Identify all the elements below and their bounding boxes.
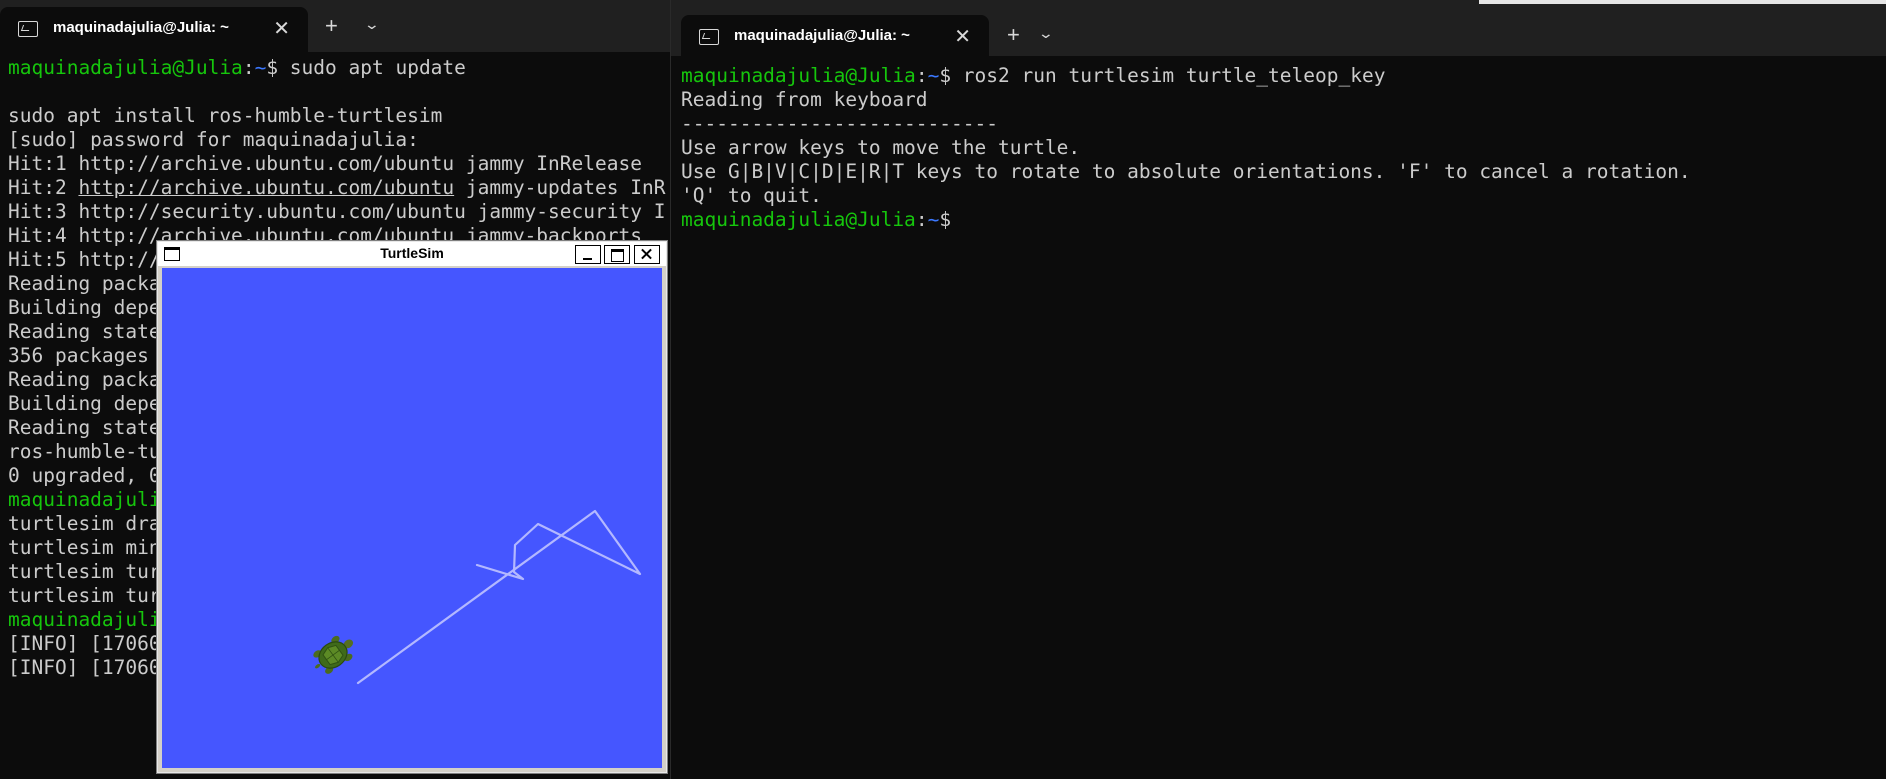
terminal-icon	[18, 21, 38, 37]
close-tab-icon[interactable]: ✕	[954, 24, 971, 49]
turtlesim-canvas	[162, 268, 662, 768]
right-terminal-window[interactable]: maquinadajulia@Julia: ~ ✕ + ⌄ maquinadaj…	[670, 0, 1886, 779]
prompt-separator: :	[915, 208, 928, 231]
terminal-line: Reading from keyboard	[681, 88, 928, 111]
prompt-path: ~	[927, 208, 940, 231]
terminal-icon	[699, 29, 719, 45]
url-link[interactable]: http://archive.ubuntu.com/ubuntu	[78, 176, 454, 199]
terminal-line: 'Q' to quit.	[681, 184, 822, 207]
prompt-symbol: $	[939, 208, 952, 231]
prompt-user: maquinadajulia@Julia	[8, 56, 243, 79]
turtle-canvas-svg	[313, 509, 642, 685]
prompt-user: maquinadajuli	[8, 488, 161, 511]
window-edge	[1479, 0, 1886, 4]
maximize-button[interactable]	[604, 245, 630, 264]
terminal-line: ---------------------------	[681, 112, 998, 135]
prompt-separator: :	[915, 64, 928, 87]
prompt-path: ~	[927, 64, 940, 87]
terminal-line: Hit:3 http://security.ubuntu.com/ubuntu …	[8, 200, 666, 223]
right-tab-bar: maquinadajulia@Julia: ~ ✕ + ⌄	[671, 0, 1886, 56]
line-prefix: Hit:2	[8, 176, 79, 199]
tab-title: maquinadajulia@Julia: ~	[734, 27, 910, 44]
left-tab-bar: maquinadajulia@Julia: ~ ✕ + ⌄	[0, 0, 670, 52]
minimize-button[interactable]	[575, 245, 601, 264]
terminal-output[interactable]: maquinadajulia@Julia:~$ ros2 run turtles…	[681, 64, 1691, 232]
prompt-user: maquinadajulia@Julia	[681, 208, 916, 231]
terminal-line: sudo apt install ros-humble-turtlesim	[8, 104, 443, 127]
prompt-symbol: $	[266, 56, 279, 79]
terminal-line: maquinadajulia@Julia:~$ ros2 run turtles…	[681, 64, 1691, 88]
new-tab-button[interactable]: +	[1007, 22, 1020, 48]
line-suffix: jammy-updates InR	[454, 176, 666, 199]
command-text: sudo apt update	[278, 56, 466, 79]
prompt-separator: :	[242, 56, 255, 79]
turtle-icon	[313, 635, 354, 674]
prompt-user: maquinadajuli	[8, 608, 161, 631]
right-terminal-tab[interactable]: maquinadajulia@Julia: ~ ✕	[681, 15, 989, 56]
terminal-line: Use G|B|V|C|D|E|R|T keys to rotate to ab…	[681, 160, 1691, 183]
turtlesim-titlebar[interactable]: TurtleSim	[158, 242, 666, 266]
close-tab-icon[interactable]: ✕	[273, 16, 290, 41]
terminal-line: Use arrow keys to move the turtle.	[681, 136, 1081, 159]
close-window-button[interactable]	[634, 245, 660, 264]
terminal-line: maquinadajulia@Julia:~$	[681, 208, 1691, 232]
terminal-line: Hit:2 http://archive.ubuntu.com/ubuntu j…	[8, 176, 665, 200]
turtlesim-window[interactable]: TurtleSim	[157, 241, 667, 773]
terminal-line: Hit:1 http://archive.ubuntu.com/ubuntu j…	[8, 152, 642, 175]
tab-title: maquinadajulia@Julia: ~	[53, 19, 229, 36]
terminal-line: maquinadajulia@Julia:~$ sudo apt update	[8, 56, 665, 80]
prompt-symbol: $	[939, 64, 952, 87]
prompt-path: ~	[254, 56, 267, 79]
tab-dropdown-button[interactable]: ⌄	[364, 16, 380, 33]
new-tab-button[interactable]: +	[325, 13, 338, 39]
turtle-pen-trail	[356, 509, 642, 685]
command-text: ros2 run turtlesim turtle_teleop_key	[951, 64, 1386, 87]
prompt-user: maquinadajulia@Julia	[681, 64, 916, 87]
tab-dropdown-button[interactable]: ⌄	[1038, 25, 1054, 42]
terminal-line: [sudo] password for maquinadajulia:	[8, 128, 419, 151]
left-terminal-tab[interactable]: maquinadajulia@Julia: ~ ✕	[0, 7, 308, 52]
